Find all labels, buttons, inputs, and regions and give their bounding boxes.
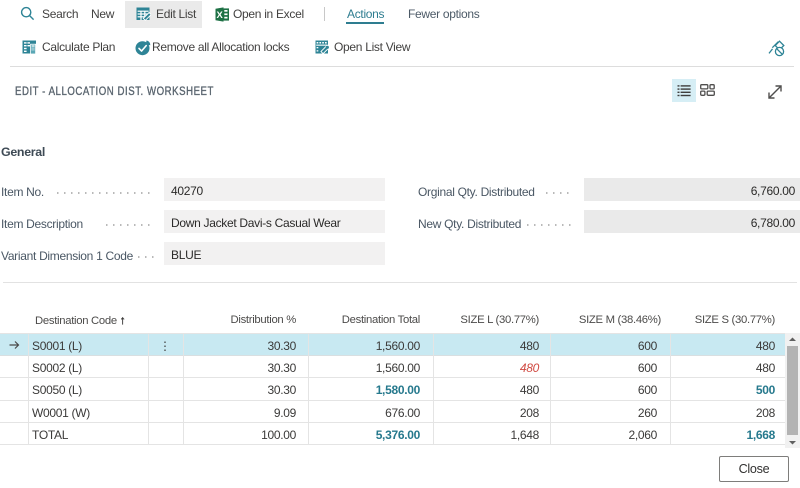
svg-text:X: X xyxy=(217,9,224,20)
